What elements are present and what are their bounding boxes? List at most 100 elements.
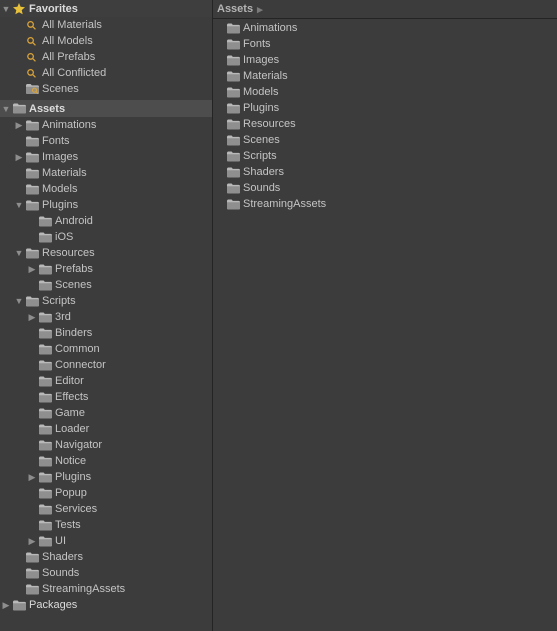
tree-item[interactable]: ▶ UI: [0, 533, 212, 549]
tree-item[interactable]: ▼Resources: [0, 245, 212, 261]
tree-item-label: Binders: [55, 327, 92, 339]
expand-arrow-icon[interactable]: ▼: [0, 3, 12, 15]
favorites-item-label: Scenes: [42, 83, 79, 95]
list-item[interactable]: Scripts: [213, 148, 557, 164]
tree-item[interactable]: Game: [0, 405, 212, 421]
tree-item[interactable]: Android: [0, 213, 212, 229]
tree-item[interactable]: ▼Plugins: [0, 197, 212, 213]
tree-item[interactable]: Editor: [0, 373, 212, 389]
tree-item-label: Tests: [55, 519, 81, 531]
favorites-item[interactable]: All Conflicted: [0, 65, 212, 81]
expand-arrow-icon[interactable]: ▼: [13, 247, 25, 259]
favorites-item[interactable]: All Models: [0, 33, 212, 49]
folder-icon: [25, 582, 39, 596]
favorites-item[interactable]: All Materials: [0, 17, 212, 33]
star-icon: [12, 2, 26, 16]
tree-item[interactable]: ▶Plugins: [0, 469, 212, 485]
tree-item[interactable]: Sounds: [0, 565, 212, 581]
collapse-arrow-icon[interactable]: ▶: [26, 263, 38, 275]
expand-arrow-icon[interactable]: ▼: [0, 103, 12, 115]
collapse-arrow-icon[interactable]: ▶: [26, 471, 38, 483]
breadcrumb[interactable]: Assets ▸: [213, 0, 557, 19]
tree-item[interactable]: Services: [0, 501, 212, 517]
folder-icon: [25, 566, 39, 580]
tree-item-label: UI: [55, 535, 66, 547]
folder-icon: [226, 149, 240, 163]
tree-panel[interactable]: ▼ Favorites All MaterialsAll Models All P…: [0, 0, 213, 631]
collapse-arrow-icon[interactable]: ▶: [13, 151, 25, 163]
assets-title: Assets: [29, 103, 65, 115]
tree-item[interactable]: Binders: [0, 325, 212, 341]
list-item-label: Shaders: [243, 166, 284, 178]
list-item[interactable]: Materials: [213, 68, 557, 84]
favorites-item[interactable]: All Prefabs: [0, 49, 212, 65]
tree-item[interactable]: Notice: [0, 453, 212, 469]
tree-item[interactable]: Loader: [0, 421, 212, 437]
tree-item[interactable]: Navigator: [0, 437, 212, 453]
expand-arrow-icon[interactable]: ▼: [13, 295, 25, 307]
tree-item[interactable]: ▶Images: [0, 149, 212, 165]
tree-item-label: 3rd: [55, 311, 71, 323]
list-item-label: Fonts: [243, 38, 271, 50]
folder-icon: [25, 198, 39, 212]
list-item[interactable]: Resources: [213, 116, 557, 132]
folder-icon: [38, 230, 52, 244]
tree-item[interactable]: ▶ 3rd: [0, 309, 212, 325]
tree-item[interactable]: ▶Prefabs: [0, 261, 212, 277]
folder-icon: [25, 150, 39, 164]
list-item[interactable]: Scenes: [213, 132, 557, 148]
favorites-item[interactable]: Scenes: [0, 81, 212, 97]
favorites-header[interactable]: ▼ Favorites: [0, 0, 212, 17]
tree-item-label: Editor: [55, 375, 84, 387]
folder-icon: [38, 390, 52, 404]
folder-icon: [25, 246, 39, 260]
breadcrumb-root[interactable]: Assets: [217, 3, 253, 15]
list-item[interactable]: Fonts: [213, 36, 557, 52]
folder-icon: [25, 182, 39, 196]
list-item[interactable]: Models: [213, 84, 557, 100]
tree-item[interactable]: Scenes: [0, 277, 212, 293]
list-item[interactable]: Shaders: [213, 164, 557, 180]
tree-item-label: Animations: [42, 119, 96, 131]
list-item-label: Images: [243, 54, 279, 66]
tree-item-label: Popup: [55, 487, 87, 499]
expand-arrow-icon[interactable]: ▼: [13, 199, 25, 211]
list-item[interactable]: Animations: [213, 20, 557, 36]
list-item[interactable]: Images: [213, 52, 557, 68]
tree-item[interactable]: Common: [0, 341, 212, 357]
folder-icon: [38, 374, 52, 388]
tree-item[interactable]: Tests: [0, 517, 212, 533]
tree-item[interactable]: StreamingAssets: [0, 581, 212, 597]
tree-item[interactable]: Materials: [0, 165, 212, 181]
tree-item[interactable]: Connector: [0, 357, 212, 373]
collapse-arrow-icon[interactable]: ▶: [26, 311, 38, 323]
collapse-arrow-icon[interactable]: ▶: [13, 119, 25, 131]
list-item[interactable]: Sounds: [213, 180, 557, 196]
folder-icon: [38, 310, 52, 324]
assets-header[interactable]: ▼ Assets: [0, 100, 212, 117]
tree-item-label: Services: [55, 503, 97, 515]
folder-contents[interactable]: Animations Fonts Images MaterialsModelsPlug…: [213, 19, 557, 631]
folder-icon: [226, 133, 240, 147]
list-item[interactable]: Plugins: [213, 100, 557, 116]
favorites-item-label: All Prefabs: [42, 51, 95, 63]
tree-item[interactable]: ▶ Animations: [0, 117, 212, 133]
tree-item[interactable]: Popup: [0, 485, 212, 501]
collapse-arrow-icon[interactable]: ▶: [0, 599, 12, 611]
tree-item-label: Scripts: [42, 295, 76, 307]
tree-item[interactable]: Effects: [0, 389, 212, 405]
tree-item[interactable]: Models: [0, 181, 212, 197]
folder-icon: [226, 181, 240, 195]
packages-header[interactable]: ▶ Packages: [0, 597, 212, 613]
tree-item[interactable]: Fonts: [0, 133, 212, 149]
content-panel: Assets ▸ Animations Fonts Images MaterialsM…: [213, 0, 557, 631]
collapse-arrow-icon[interactable]: ▶: [26, 535, 38, 547]
tree-item[interactable]: ▼ Scripts: [0, 293, 212, 309]
list-item-label: StreamingAssets: [243, 198, 326, 210]
tree-item[interactable]: Shaders: [0, 549, 212, 565]
folder-icon: [226, 85, 240, 99]
tree-item-label: Effects: [55, 391, 88, 403]
list-item[interactable]: StreamingAssets: [213, 196, 557, 212]
folder-icon: [226, 101, 240, 115]
tree-item[interactable]: iOS: [0, 229, 212, 245]
